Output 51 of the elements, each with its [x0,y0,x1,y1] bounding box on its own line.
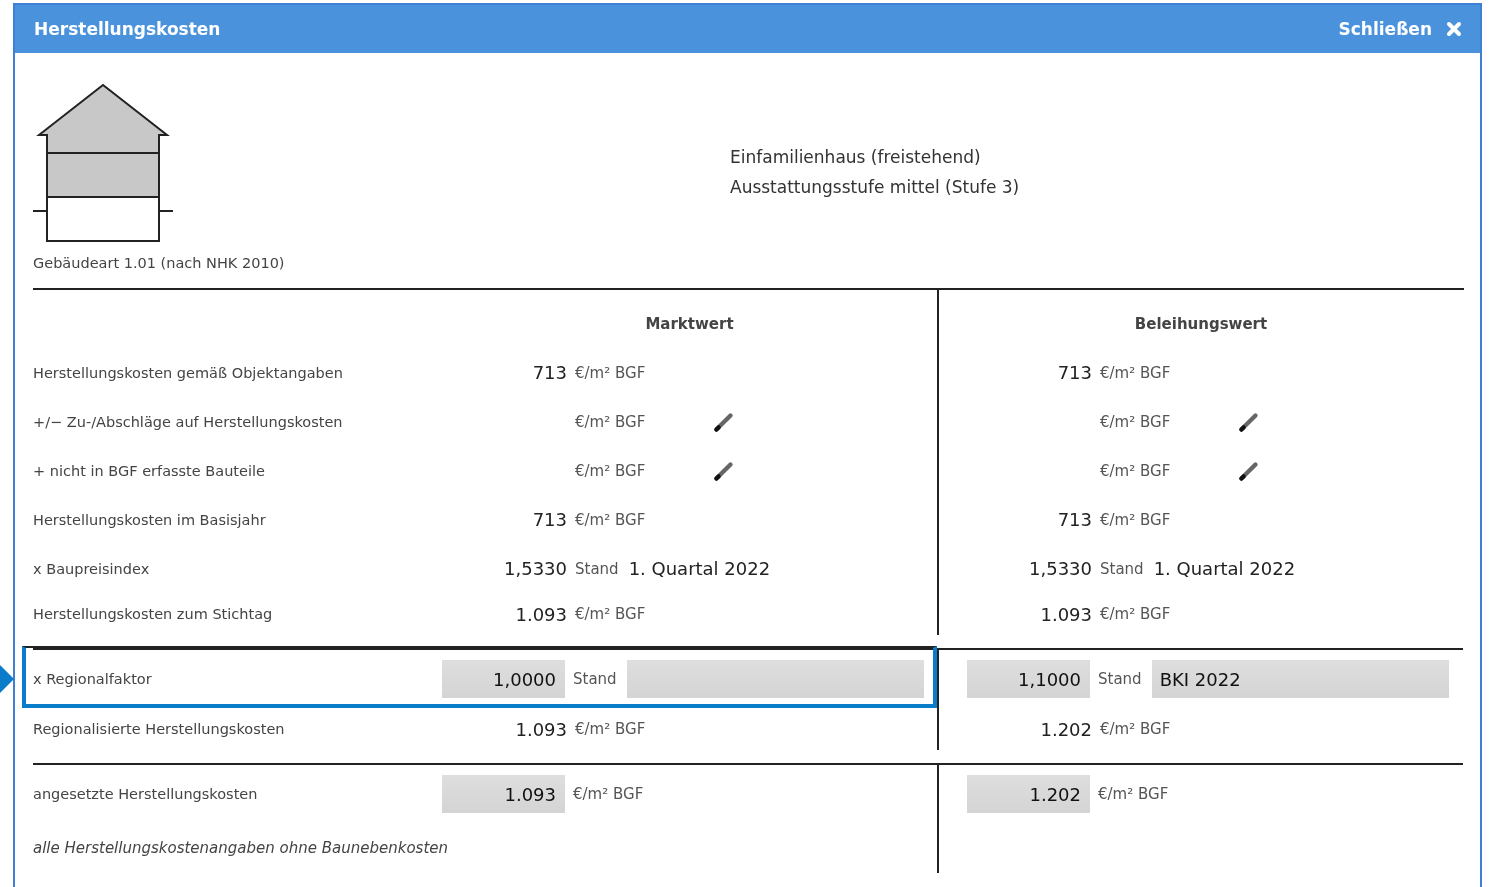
factor-field[interactable]: 1,1000 [967,660,1090,698]
building-description: Ausstattungsstufe mittel (Stufe 3) [730,177,1020,197]
period-value: 1. Quartal 2022 [628,558,771,579]
row-label: Herstellungskosten im Basisjahr [33,511,266,528]
window-title: Herstellungskosten [34,19,221,39]
row-label: Herstellungskosten zum Stichtag [33,606,273,622]
unit-label: €/m² BGF [575,605,646,623]
amount-field[interactable]: 1.202 [967,775,1090,813]
stand-label: Stand [1100,559,1144,578]
row-label: Herstellungskosten gemäß Objektangaben [33,364,343,381]
row-label: Regionalisierte Herstellungskosten [33,721,285,737]
amount-value: 713 [531,362,567,383]
building-description: Einfamilienhaus (freistehend) [730,147,982,167]
amount-value: 713 [1056,509,1092,530]
building-type-caption: Gebäudeart 1.01 (nach NHK 2010) [33,255,285,271]
amount-value: 1.093 [514,718,567,740]
amount-value: 713 [1056,362,1092,383]
unit-label: €/m² BGF [1100,510,1171,529]
unit-label: €/m² BGF [1100,461,1171,480]
index-value: 1,5330 [1028,558,1092,579]
unit-label: €/m² BGF [575,461,646,480]
stand-label: Stand [573,670,617,688]
row-label: + nicht in BGF erfasste Bauteile [33,462,265,479]
unit-label: €/m² BGF [1100,363,1171,382]
unit-label: €/m² BGF [573,785,644,803]
stand-field[interactable]: BKI 2022 [1151,660,1449,698]
unit-label: €/m² BGF [575,363,646,382]
unit-label: €/m² BGF [575,720,646,738]
stand-label: Stand [1098,670,1142,688]
unit-label: €/m² BGF [1100,605,1171,623]
amount-value: 713 [531,509,567,530]
amount-value: 1.093 [514,603,567,625]
row-label: angesetzte Herstellungskosten [33,786,258,802]
footnote: alle Herstellungskostenangaben ohne Baunebenkosten [33,839,448,857]
unit-label: €/m² BGF [1098,785,1169,803]
factor-field[interactable]: 1,0000 [442,660,565,698]
amount-value: 1.093 [1039,603,1092,625]
period-value: 1. Quartal 2022 [1153,558,1296,579]
column-header: Marktwert [645,315,734,333]
unit-label: €/m² BGF [575,510,646,529]
row-label: x Baupreisindex [33,560,150,577]
row-label: x Regionalfaktor [33,671,152,687]
column-header: Beleihungswert [1134,315,1268,333]
index-value: 1,5330 [503,558,567,579]
unit-label: €/m² BGF [575,412,646,431]
amount-field[interactable]: 1.093 [442,775,565,813]
unit-label: €/m² BGF [1100,720,1171,738]
stand-label: Stand [575,559,619,578]
unit-label: €/m² BGF [1100,412,1171,431]
row-label: +/− Zu-/Abschläge auf Herstellungskosten [33,413,343,430]
amount-value: 1.202 [1039,718,1092,740]
